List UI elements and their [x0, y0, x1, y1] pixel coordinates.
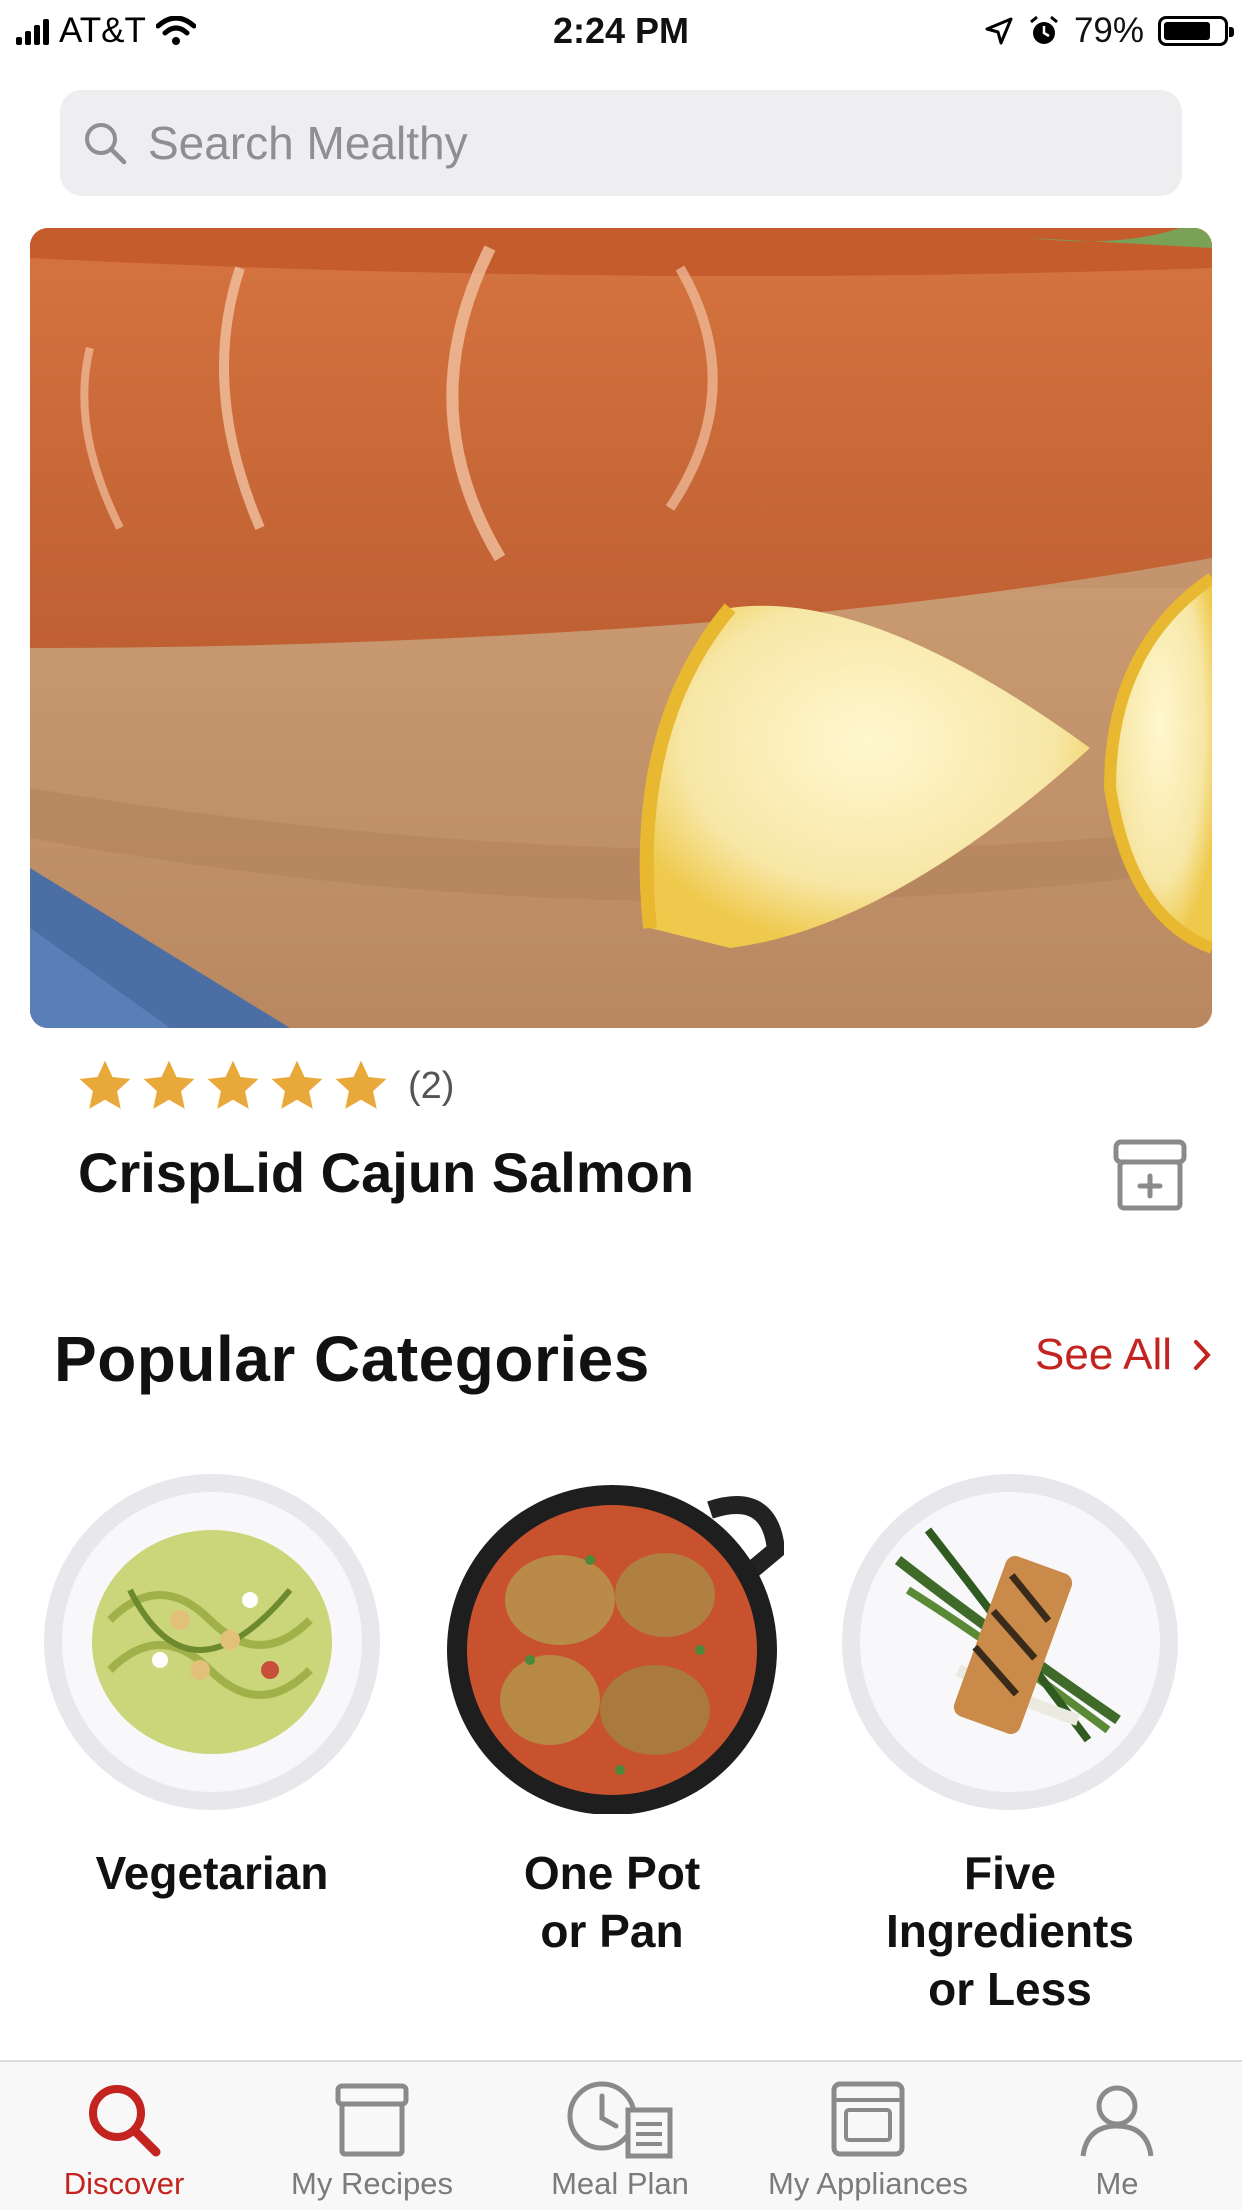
- star-icon: [335, 1060, 387, 1109]
- tab-my-recipes[interactable]: My Recipes: [248, 2062, 496, 2210]
- category-label: One Pot or Pan: [523, 1847, 701, 1957]
- tab-label: My Appliances: [768, 2166, 968, 2201]
- rating: (2): [76, 1056, 454, 1116]
- star-rating: [76, 1057, 390, 1115]
- battery-percent: 79%: [1073, 11, 1144, 50]
- search-icon: [89, 2085, 161, 2157]
- battery-icon: [1158, 16, 1234, 46]
- category-five-ingredients[interactable]: Five Ingredients or Less: [830, 1470, 1190, 2018]
- tab-label: Meal Plan: [551, 2166, 689, 2201]
- see-all-link[interactable]: See All: [1035, 1330, 1212, 1380]
- meal-plan-icon: [567, 2081, 673, 2159]
- recipe-box-icon: [335, 2083, 409, 2157]
- chevron-right-icon: [1194, 1340, 1211, 1370]
- appliance-icon: [831, 2081, 905, 2157]
- search-input[interactable]: [146, 115, 1050, 171]
- star-icon: [143, 1060, 195, 1109]
- alarm-icon: [1029, 15, 1058, 44]
- tab-bar: Discover My Recipes Meal Plan My Applian…: [0, 2060, 1242, 2210]
- vegetarian-dish-image: [44, 1474, 380, 1810]
- one-pot-dish-image: [447, 1485, 784, 1814]
- search-icon: [85, 123, 127, 165]
- add-to-recipe-box-icon[interactable]: [1110, 1136, 1190, 1216]
- tab-meal-plan[interactable]: Meal Plan: [496, 2062, 744, 2210]
- tab-me[interactable]: Me: [992, 2062, 1242, 2210]
- star-icon: [271, 1060, 323, 1109]
- recipe-title[interactable]: CrispLid Cajun Salmon: [78, 1140, 694, 1205]
- category-label: Vegetarian: [95, 1847, 329, 1899]
- rating-count: (2): [408, 1064, 455, 1107]
- tab-my-appliances[interactable]: My Appliances: [744, 2062, 992, 2210]
- tab-label: Me: [1095, 2166, 1139, 2201]
- star-icon: [79, 1060, 131, 1109]
- section-title: Popular Categories: [54, 1323, 650, 1395]
- search-bar[interactable]: [60, 90, 1182, 196]
- location-arrow-icon: [985, 17, 1013, 45]
- tab-label: My Recipes: [291, 2166, 453, 2201]
- tab-discover[interactable]: Discover: [0, 2062, 248, 2210]
- five-ingredients-dish-image: [842, 1474, 1178, 1810]
- category-label: Five Ingredients or Less: [886, 1847, 1134, 2015]
- see-all-label: See All: [1035, 1330, 1172, 1379]
- status-bar: AT&T 2:24 PM 79%: [0, 0, 1242, 62]
- category-vegetarian[interactable]: Vegetarian: [32, 1470, 392, 1902]
- category-one-pot[interactable]: One Pot or Pan: [432, 1470, 792, 1960]
- person-icon: [1080, 2085, 1154, 2157]
- featured-recipe-image[interactable]: [30, 228, 1212, 1028]
- star-icon: [207, 1060, 259, 1109]
- tab-label: Discover: [63, 2166, 185, 2201]
